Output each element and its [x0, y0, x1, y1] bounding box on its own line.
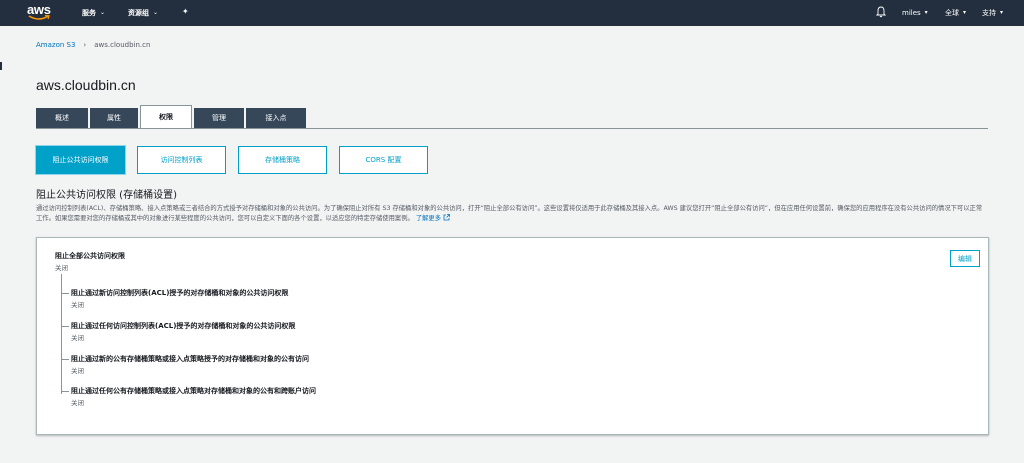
- setting-label: 阻止通过新访问控制列表(ACL)授予的对存储桶和对象的公共访问权限: [71, 289, 289, 297]
- support-menu[interactable]: 支持 ▾: [982, 7, 1003, 19]
- sub-tab-block-public-access[interactable]: 阻止公共访问权限: [36, 146, 125, 174]
- tab-access-points[interactable]: 接入点: [246, 108, 306, 128]
- aws-logo[interactable]: aws: [27, 3, 51, 23]
- permission-sub-tabs: 阻止公共访问权限 访问控制列表 存储桶策略 CORS 配置: [36, 146, 428, 174]
- user-menu-label: miles: [902, 9, 921, 17]
- breadcrumb-separator: ›: [83, 41, 87, 49]
- setting-value: 关闭: [71, 334, 84, 342]
- services-menu[interactable]: 服务 ⌄: [82, 7, 105, 19]
- aws-smile-icon: [28, 15, 50, 20]
- resource-groups-menu[interactable]: 资源组 ⌄: [128, 7, 158, 19]
- setting-label: 阻止通过任何访问控制列表(ACL)授予的对存储桶和对象的公共访问权限: [71, 322, 296, 330]
- setting-value: 关闭: [71, 301, 84, 309]
- caret-down-icon: ▾: [1000, 9, 1004, 16]
- tree-branch: [61, 293, 69, 294]
- bucket-tabs: 概述 属性 权限 管理 接入点: [36, 105, 308, 128]
- edit-button[interactable]: 编辑: [950, 250, 980, 267]
- sub-tab-acl[interactable]: 访问控制列表: [137, 146, 226, 174]
- tab-properties[interactable]: 属性: [90, 108, 138, 128]
- tree-branch: [61, 391, 69, 392]
- section-heading: 阻止公共访问权限 (存储桶设置): [36, 190, 177, 201]
- tab-overview[interactable]: 概述: [36, 108, 88, 128]
- section-description: 通过访问控制列表(ACL)、存储桶策略、接入点策略或三者结合的方式授予对存储桶和…: [36, 204, 988, 224]
- region-menu-label: 全球: [945, 9, 959, 17]
- setting-label: 阻止通过任何公有存储桶策略或接入点策略对存储桶和对象的公有和跨账户访问: [71, 387, 316, 395]
- tab-divider: [36, 128, 988, 129]
- tab-permissions[interactable]: 权限: [140, 105, 192, 128]
- region-menu[interactable]: 全球 ▾: [945, 7, 966, 19]
- sub-tab-cors[interactable]: CORS 配置: [339, 146, 428, 174]
- support-menu-label: 支持: [982, 9, 996, 17]
- bell-icon[interactable]: [876, 6, 886, 18]
- sub-tab-bucket-policy[interactable]: 存储桶策略: [238, 146, 327, 174]
- tree-branch: [61, 359, 69, 360]
- tree-connector: [61, 274, 62, 394]
- setting-label: 阻止通过新的公有存储桶策略或接入点策略授予的对存储桶和对象的公有访问: [71, 355, 309, 363]
- services-menu-label: 服务: [82, 9, 96, 17]
- tree-branch: [61, 326, 69, 327]
- tab-management[interactable]: 管理: [194, 108, 244, 128]
- page-title: aws.cloudbin.cn: [36, 77, 136, 93]
- breadcrumb: Amazon S3 › aws.cloudbin.cn: [36, 41, 150, 49]
- user-menu[interactable]: miles ▾: [902, 7, 928, 19]
- pin-icon[interactable]: ✦: [182, 7, 189, 16]
- learn-more-label: 了解更多: [415, 215, 442, 222]
- external-link-icon: [443, 214, 450, 221]
- breadcrumb-amazon-s3[interactable]: Amazon S3: [36, 41, 75, 49]
- sidebar-toggle[interactable]: [0, 62, 3, 70]
- block-all-value: 关闭: [55, 264, 68, 272]
- chevron-down-icon: ⌄: [100, 9, 106, 16]
- setting-value: 关闭: [71, 399, 84, 407]
- block-all-label: 阻止全部公共访问权限: [55, 252, 125, 260]
- description-text: 通过访问控制列表(ACL)、存储桶策略、接入点策略或三者结合的方式授予对存储桶和…: [36, 205, 983, 222]
- caret-down-icon: ▾: [924, 9, 928, 16]
- top-navigation-bar: aws 服务 ⌄ 资源组 ⌄ ✦ miles ▾ 全球 ▾ 支持 ▾: [0, 0, 1024, 26]
- chevron-down-icon: ⌄: [153, 9, 159, 16]
- resource-groups-label: 资源组: [128, 9, 149, 17]
- setting-value: 关闭: [71, 367, 84, 375]
- caret-down-icon: ▾: [963, 9, 967, 16]
- block-public-access-card: 编辑 阻止全部公共访问权限 关闭 阻止通过新访问控制列表(ACL)授予的对存储桶…: [36, 237, 989, 435]
- breadcrumb-current: aws.cloudbin.cn: [94, 41, 151, 49]
- learn-more-link[interactable]: 了解更多: [415, 214, 450, 222]
